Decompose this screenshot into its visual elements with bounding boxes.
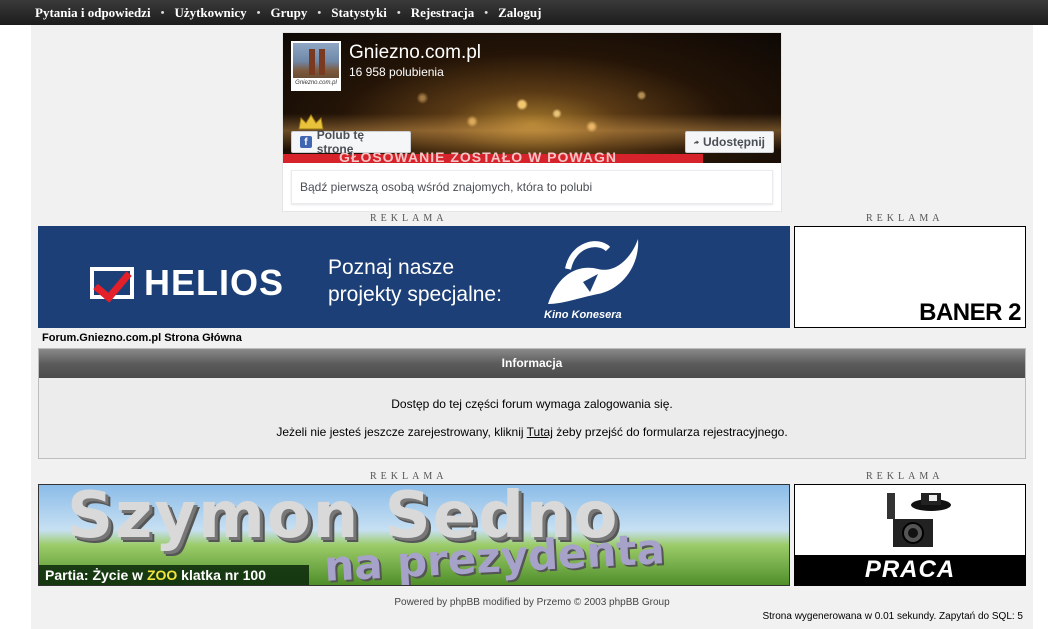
helios-checkbox-icon (90, 262, 134, 303)
helios-logo: HELIOS (90, 262, 284, 304)
registration-link[interactable]: Tutaj (527, 425, 553, 439)
facebook-f-icon: f (300, 136, 312, 148)
ad-label: REKLAMA (370, 471, 448, 482)
information-panel: Informacja Dostęp do tej części forum wy… (38, 348, 1026, 459)
praca-text: PRACA (795, 555, 1025, 585)
facebook-share-button[interactable]: Udostępnij (685, 131, 774, 153)
registration-hint: Jeżeli nie jesteś jeszcze zarejestrowany… (39, 425, 1025, 439)
facebook-social-context: Bądź pierwszą osobą wśród znajomych, któ… (291, 170, 773, 204)
facebook-page-name[interactable]: Gniezno.com.pl (349, 42, 481, 64)
nav-statistics-link[interactable]: Statystyki (331, 5, 387, 21)
like-button-label: Polub tę stronę (316, 128, 365, 156)
footer-powered-by: Powered by phpBB modified by Przemo © 20… (394, 597, 670, 608)
szymon-sedno-party-bar: Partia: Życie w ZOO klatka nr 100 (39, 565, 309, 585)
praca-ad[interactable]: PRACA (794, 484, 1026, 586)
facebook-like-button[interactable]: f Polub tę stronę (291, 128, 411, 156)
nav-separator: • (484, 6, 489, 19)
nav-questions-link[interactable]: Pytania i odpowiedzi (35, 5, 151, 21)
baner2-text: BANER 2 (919, 299, 1021, 326)
baner2-ad[interactable]: BANER 2 (794, 226, 1026, 328)
nav-login-link[interactable]: Zaloguj (498, 5, 541, 21)
nav-separator: • (317, 6, 322, 19)
footer-page-stats: Strona wygenerowana w 0.01 sekundy. Zapy… (762, 611, 1023, 622)
press-camera-hat-icon (887, 493, 951, 547)
facebook-page-avatar[interactable]: Gniezno.com.pl (291, 41, 341, 91)
helios-brand-text: HELIOS (144, 262, 285, 303)
facebook-like-count: 16 958 polubienia (349, 65, 444, 79)
facebook-page-widget: GŁOSOWANIE ZOSTAŁO W POWAGN Gniezno.com.… (282, 32, 782, 212)
helios-ad-banner[interactable]: HELIOS Poznaj nasze projekty specjalne: … (38, 226, 790, 328)
information-panel-title: Informacja (39, 349, 1025, 378)
party-prefix: Partia: Życie w (45, 567, 147, 583)
szymon-sedno-ad-banner[interactable]: Szymon Sedno na prezydenta Partia: Życie… (38, 484, 790, 586)
registration-hint-prefix: Jeżeli nie jesteś jeszcze zarejestrowany… (276, 425, 527, 439)
avatar-caption: Gniezno.com.pl (293, 78, 339, 89)
nav-users-link[interactable]: Użytkownicy (174, 5, 246, 21)
registration-hint-suffix: żeby przejść do formularza rejestracyjne… (552, 425, 788, 439)
nav-groups-link[interactable]: Grupy (271, 5, 308, 21)
party-suffix: klatka nr 100 (177, 567, 267, 583)
helios-tagline-line2: projekty specjalne: (328, 283, 502, 306)
ad-label: REKLAMA (866, 213, 944, 224)
nav-register-link[interactable]: Rejestracja (411, 5, 475, 21)
login-required-message: Dostęp do tej części forum wymaga zalogo… (391, 397, 673, 411)
cathedral-spire (319, 49, 325, 75)
ad-label: REKLAMA (370, 213, 448, 224)
cathedral-spire (309, 49, 315, 75)
share-button-label: Udostępnij (703, 135, 765, 149)
helios-checkmark (93, 262, 132, 303)
top-nav-bar: Pytania i odpowiedzi • Użytkownicy • Gru… (0, 0, 1048, 25)
nav-separator: • (396, 6, 401, 19)
helios-tagline-line1: Poznaj nasze (328, 256, 455, 279)
kino-konesera-caption: Kino Konesera (544, 309, 622, 321)
ad-label: REKLAMA (866, 471, 944, 482)
party-zoo: ZOO (146, 567, 178, 583)
facebook-cover-photo[interactable]: GŁOSOWANIE ZOSTAŁO W POWAGN Gniezno.com.… (283, 33, 781, 163)
helios-tagline: Poznaj nasze projekty specjalne: (328, 254, 502, 308)
share-arrow-icon (694, 139, 699, 144)
nav-separator: • (160, 6, 165, 19)
nav-separator: • (256, 6, 261, 19)
breadcrumb-forum-home[interactable]: Forum.Gniezno.com.pl Strona Główna (42, 332, 242, 344)
